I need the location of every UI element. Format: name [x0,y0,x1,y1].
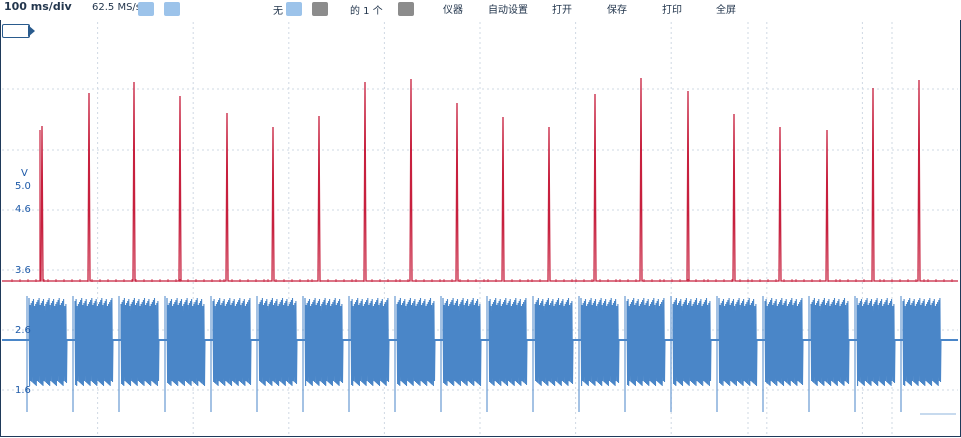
menu-open[interactable]: 打开 [552,1,572,16]
y-tick-2-6: 2.6 [15,325,31,336]
channel-b-burst [212,297,252,387]
channel-b-burst [166,297,206,387]
channel-b-burst [856,297,896,387]
channel-b-burst [442,297,482,387]
channel-b-burst [902,297,942,387]
y-tick-4-6: 4.6 [15,204,31,215]
timebase-selector[interactable]: 100 ms/div [4,0,72,13]
channel-b-burst [626,297,666,387]
channel-b-burst [488,297,528,387]
y-axis-unit: V [21,168,28,179]
channel-b-burst [534,297,574,387]
menu-instrument[interactable]: 仪器 [443,1,463,16]
trigger-mode-label: 无 [273,6,283,17]
channel-b-burst [28,297,68,387]
channel-b-burst [120,297,160,387]
sample-rate-display[interactable]: 62.5 MS/s [92,2,141,13]
y-tick-1-6: 1.6 [15,385,31,396]
captures-label: 的 1 个 [350,6,383,17]
timebase-dropdown-icon[interactable] [138,2,154,16]
channel-b-burst [672,297,712,387]
y-tick-5-0: 5.0 [15,181,31,192]
channel-b-burst [764,297,804,387]
scope-display[interactable]: V 5.0 4.6 3.6 2.6 1.6 [0,20,961,438]
samplerate-dropdown-icon[interactable] [164,2,180,16]
menu-save[interactable]: 保存 [607,1,627,16]
stop-icon[interactable] [398,2,414,16]
menu-print[interactable]: 打印 [662,1,682,16]
y-tick-3-6: 3.6 [15,265,31,276]
channel-b-burst [396,297,436,387]
channel-b-burst [580,297,620,387]
menu-fullscreen[interactable]: 全屏 [716,1,736,16]
channel-b-burst [304,297,344,387]
channel-b-burst [74,297,114,387]
toolbar: 100 ms/div 62.5 MS/s 无 的 1 个 仪器 自动设置 打开 … [0,0,961,21]
menu-autoset[interactable]: 自动设置 [488,1,528,16]
trigger-settings-icon[interactable] [312,2,328,16]
channel-b-burst [258,297,298,387]
channel-b-burst [810,297,850,387]
waveform-plot [2,22,958,434]
trigger-mode-icon[interactable] [286,2,302,16]
channel-b-burst [350,297,390,387]
channel-b-burst [718,297,758,387]
oscilloscope-window: 100 ms/div 62.5 MS/s 无 的 1 个 仪器 自动设置 打开 … [0,0,961,438]
